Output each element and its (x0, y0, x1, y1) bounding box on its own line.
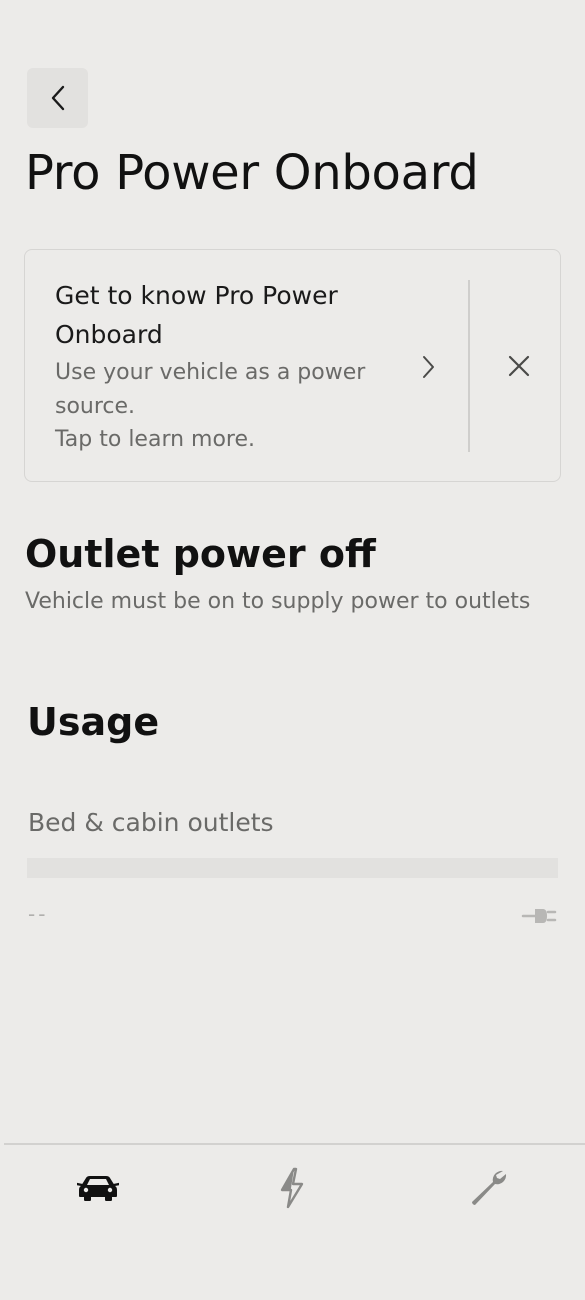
learn-more-card-link[interactable]: Get to know Pro Power Onboard Use your v… (25, 250, 469, 481)
plug-icon (521, 909, 557, 923)
chevron-left-icon (51, 85, 64, 111)
wrench-icon (472, 1170, 507, 1205)
page-title: Pro Power Onboard (25, 145, 479, 201)
back-button[interactable] (27, 68, 88, 128)
tab-vehicle[interactable] (63, 1160, 133, 1216)
outlet-status-title: Outlet power off (25, 532, 376, 576)
pro-power-onboard-screen: Pro Power Onboard Get to know Pro Power … (0, 0, 585, 1300)
close-icon (508, 355, 530, 377)
tab-service[interactable] (453, 1160, 523, 1216)
card-description-line: Use your vehicle as a power source. (55, 360, 366, 419)
lightning-icon (280, 1167, 304, 1209)
card-description: Use your vehicle as a power source. Tap … (55, 356, 395, 457)
outlet-label: Bed & cabin outlets (28, 808, 274, 837)
info-card: Get to know Pro Power Onboard Use your v… (24, 249, 561, 482)
usage-value: -- (28, 902, 49, 926)
usage-title: Usage (27, 700, 160, 744)
card-heading: Get to know Pro Power Onboard (55, 281, 338, 349)
dismiss-card-button[interactable] (493, 340, 545, 392)
car-icon (77, 1176, 119, 1201)
usage-progress-bar (27, 858, 558, 878)
bottom-nav-divider (4, 1143, 585, 1145)
tab-power[interactable] (257, 1160, 327, 1216)
card-description-line: Tap to learn more. (55, 427, 256, 452)
card-divider (468, 280, 470, 452)
outlet-status-description: Vehicle must be on to supply power to ou… (25, 589, 531, 614)
chevron-right-icon (423, 356, 434, 378)
